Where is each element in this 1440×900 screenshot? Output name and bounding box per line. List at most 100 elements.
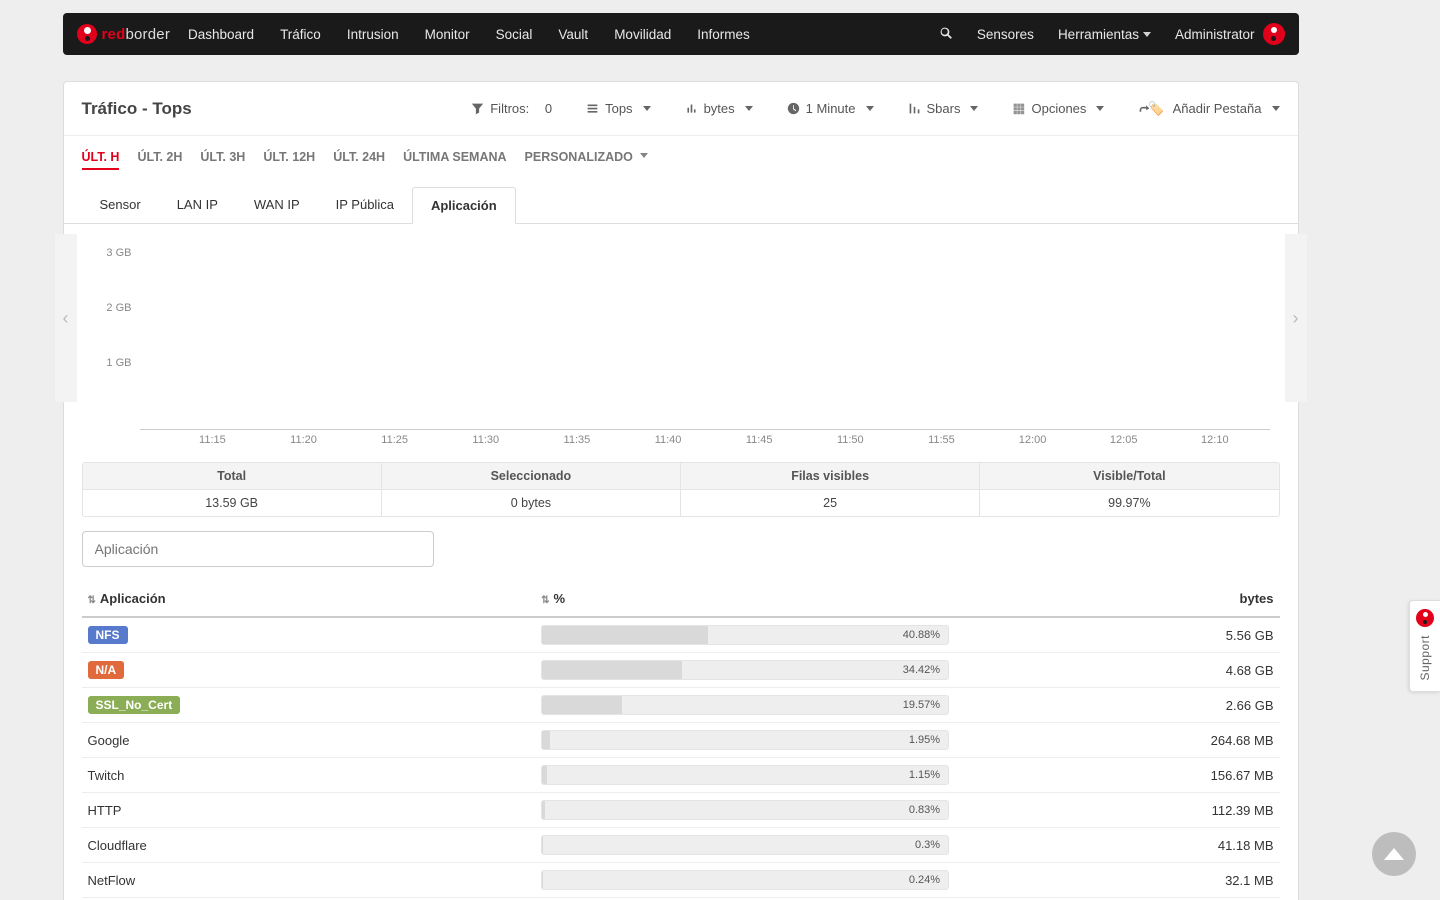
app-badge: NFS (88, 626, 128, 644)
table-row[interactable]: Cloudflare0.3%41.18 MB (82, 828, 1280, 863)
cell-pct: 0.24% (535, 863, 955, 898)
cell-bytes: 264.68 MB (955, 723, 1279, 758)
brand-icon (77, 24, 97, 44)
brand-logo[interactable]: redborder (77, 24, 171, 44)
summary-label: Total (83, 463, 381, 490)
table-row[interactable]: N/A34.42%4.68 GB (82, 653, 1280, 688)
x-tick: 11:45 (746, 434, 773, 446)
col-bytes[interactable]: bytes (955, 581, 1279, 617)
table-row[interactable]: Google1.95%264.68 MB (82, 723, 1280, 758)
time-tab[interactable]: ÚLT. 24H (333, 150, 385, 170)
time-tab[interactable]: ÚLT. 12H (263, 150, 315, 170)
summary-value: 13.59 GB (83, 490, 381, 516)
scroll-to-top[interactable] (1372, 832, 1416, 876)
tool-viz[interactable]: Sbars (908, 101, 979, 116)
time-tab[interactable]: ÚLTIMA SEMANA (403, 150, 506, 170)
tool-unit[interactable]: bytes (685, 101, 753, 116)
summary-cell: Seleccionado0 bytes (382, 463, 681, 516)
cell-app: N/A (82, 653, 536, 688)
col-pct[interactable]: ⇅% (535, 581, 955, 617)
summary-cell: Filas visibles25 (681, 463, 980, 516)
tool-add-tab[interactable]: 🏷️ Añadir Pestaña (1138, 101, 1279, 117)
tool-tops[interactable]: Tops (586, 101, 650, 116)
dimension-tabs: SensorLAN IPWAN IPIP PúblicaAplicación (64, 186, 1298, 224)
summary-cell: Visible/Total99.97% (980, 463, 1278, 516)
nav-sensors[interactable]: Sensores (977, 27, 1034, 42)
cell-app: NFS (82, 617, 536, 653)
support-label: Support (1418, 635, 1432, 681)
tool-filters[interactable]: Filtros: 0 (471, 101, 552, 116)
table-row[interactable]: NetFlow0.24%32.1 MB (82, 863, 1280, 898)
app-table: ⇅Aplicación ⇅% bytes NFS40.88%5.56 GBN/A… (82, 581, 1280, 898)
cell-bytes: 112.39 MB (955, 793, 1279, 828)
chart-prev[interactable]: ‹ (55, 234, 77, 402)
nav-link-movilidad[interactable]: Movilidad (614, 27, 671, 42)
support-icon (1416, 609, 1434, 627)
summary-label: Filas visibles (681, 463, 979, 490)
app-badge: SSL_No_Cert (88, 696, 181, 714)
cell-app: Cloudflare (82, 828, 536, 863)
summary-value: 0 bytes (382, 490, 680, 516)
dimension-tab[interactable]: Aplicación (412, 187, 516, 224)
x-tick: 12:05 (1110, 434, 1138, 446)
summary-strip: Total13.59 GBSeleccionado0 bytesFilas vi… (82, 462, 1280, 517)
cell-bytes: 156.67 MB (955, 758, 1279, 793)
chart-next[interactable]: › (1285, 234, 1307, 402)
nav-link-vault[interactable]: Vault (558, 27, 588, 42)
time-tab[interactable]: PERSONALIZADO (525, 150, 649, 170)
cell-pct: 0.83% (535, 793, 955, 828)
panel-title: Tráfico - Tops (82, 99, 192, 119)
nav-link-social[interactable]: Social (496, 27, 533, 42)
y-axis: 1 GB 2 GB 3 GB (92, 232, 136, 430)
chart-area: ‹ › 1 GB2 GB3 GB 11:1511:2011:2511:3011:… (64, 224, 1298, 462)
tool-interval[interactable]: 1 Minute (787, 101, 874, 116)
col-app[interactable]: ⇅Aplicación (82, 581, 536, 617)
cell-bytes: 41.18 MB (955, 828, 1279, 863)
nav-admin[interactable]: Administrator (1175, 23, 1285, 45)
dimension-tab[interactable]: IP Pública (318, 187, 412, 224)
y-tick: 3 GB (106, 247, 131, 259)
nav-link-dashboard[interactable]: Dashboard (188, 27, 254, 42)
nav-tools[interactable]: Herramientas (1058, 27, 1151, 42)
nav-link-tráfico[interactable]: Tráfico (280, 27, 321, 42)
dimension-tab[interactable]: Sensor (82, 187, 159, 224)
user-avatar-icon (1263, 23, 1285, 45)
chart-plot[interactable] (140, 232, 1270, 430)
filter-input[interactable] (82, 531, 434, 567)
time-range-tabs: ÚLT. H ÚLT. 2H ÚLT. 3H ÚLT. 12H ÚLT. 24H ÚLTI… (64, 150, 1298, 180)
table-row[interactable]: SSL_No_Cert 19.57%2.66 GB (82, 688, 1280, 723)
summary-value: 99.97% (980, 490, 1278, 516)
time-tab[interactable]: ÚLT. 3H (200, 150, 245, 170)
x-tick: 11:55 (928, 434, 955, 446)
x-tick: 11:25 (381, 434, 408, 446)
panel-header: Tráfico - Tops Filtros: 0 Tops bytes (64, 82, 1298, 136)
cell-pct: 1.95% (535, 723, 955, 758)
time-tab[interactable]: ÚLT. 2H (137, 150, 182, 170)
cell-app: HTTP (82, 793, 536, 828)
support-tab[interactable]: Support (1409, 600, 1440, 692)
search-icon[interactable] (939, 26, 953, 43)
y-tick: 1 GB (106, 357, 131, 369)
nav-link-informes[interactable]: Informes (697, 27, 750, 42)
summary-value: 25 (681, 490, 979, 516)
x-tick: 11:40 (655, 434, 682, 446)
cell-bytes: 32.1 MB (955, 863, 1279, 898)
dimension-tab[interactable]: WAN IP (236, 187, 318, 224)
tool-options[interactable]: Opciones (1012, 101, 1104, 116)
x-tick: 11:15 (199, 434, 226, 446)
table-row[interactable]: HTTP0.83%112.39 MB (82, 793, 1280, 828)
cell-pct: 34.42% (535, 653, 955, 688)
cell-bytes: 2.66 GB (955, 688, 1279, 723)
x-tick: 12:10 (1201, 434, 1229, 446)
table-row[interactable]: NFS40.88%5.56 GB (82, 617, 1280, 653)
x-tick: 11:20 (290, 434, 317, 446)
cell-pct: 19.57% (535, 688, 955, 723)
nav-links: Dashboard Tráfico Intrusion Monitor Social Va… (188, 27, 750, 42)
cell-app: Google (82, 723, 536, 758)
y-tick: 2 GB (106, 302, 131, 314)
nav-link-monitor[interactable]: Monitor (425, 27, 470, 42)
dimension-tab[interactable]: LAN IP (159, 187, 236, 224)
time-tab[interactable]: ÚLT. H (82, 150, 120, 170)
table-row[interactable]: Twitch1.15%156.67 MB (82, 758, 1280, 793)
nav-link-intrusion[interactable]: Intrusion (347, 27, 399, 42)
